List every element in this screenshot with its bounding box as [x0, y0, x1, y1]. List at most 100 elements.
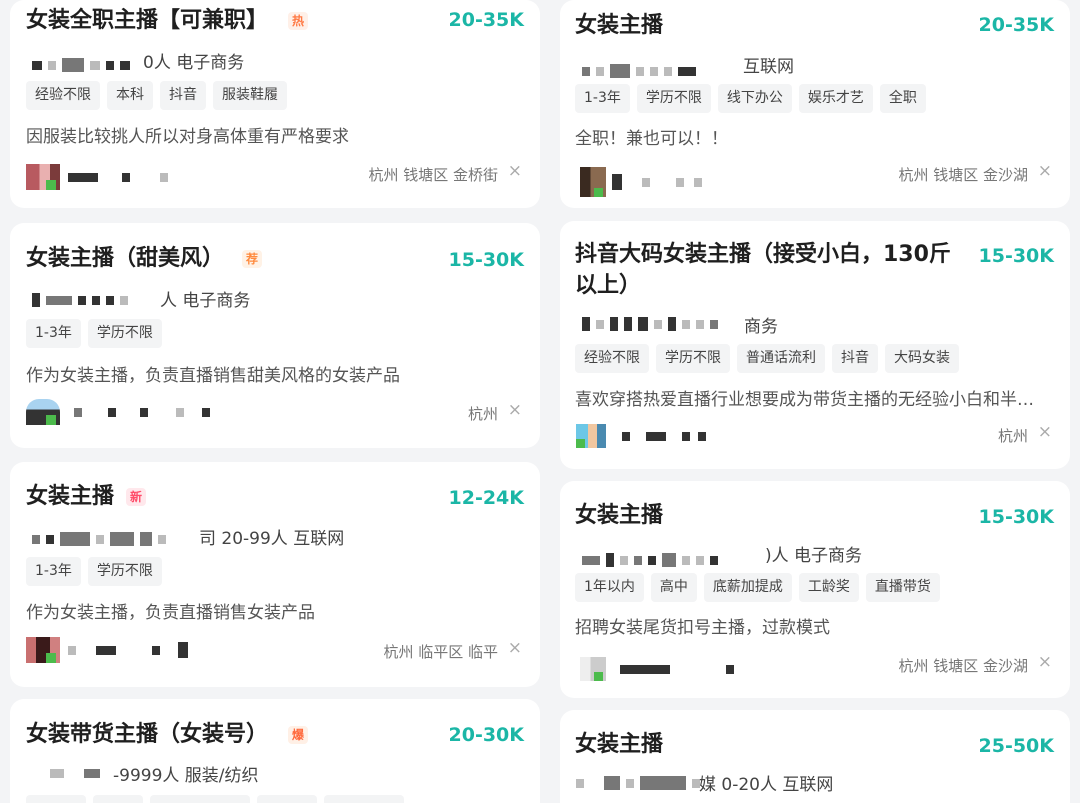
salary: 25-50K: [978, 735, 1055, 757]
job-description: 作为女装主播，负责直播销售甜美风格的女装产品: [26, 366, 400, 386]
close-icon[interactable]: ×: [1038, 422, 1052, 442]
salary: 15-30K: [448, 249, 525, 271]
company-name-blurred: [582, 64, 702, 78]
close-icon[interactable]: ×: [508, 161, 522, 181]
tag: 全职: [879, 84, 926, 113]
job-card[interactable]: 女装主播 25-50K 媒 0-20人 互联网: [560, 710, 1070, 803]
job-description: 全职！兼也可以！！: [575, 129, 728, 149]
job-card[interactable]: 抖音大码女装主播（接受小白，130斤以上） 15-30K 商务 经验不限 学历不…: [560, 221, 1070, 469]
job-card[interactable]: 女装全职主播【可兼职】 热 20-35K 0人 电子商务 经验不限 本科 抖音 …: [10, 0, 540, 208]
tag-list: 1-3年 学历不限: [26, 557, 162, 586]
recruiter-info: [26, 399, 216, 425]
company-name-blurred: [32, 532, 172, 546]
tag: 1-3年: [26, 319, 81, 348]
tag: 学历不限: [87, 319, 162, 348]
tag: 本科: [107, 81, 153, 110]
job-description: 喜欢穿搭热爱直播行业想要成为带货主播的无经验小白和半…: [575, 390, 1034, 410]
tag: 1年以内: [575, 573, 644, 602]
tag: 经验不限: [575, 344, 649, 373]
tag: 普通话流利: [737, 344, 825, 373]
job-title: 女装主播（甜美风）: [26, 246, 225, 271]
avatar: [26, 637, 60, 663]
job-title: 女装带货主播（女装号）: [26, 722, 269, 747]
tag-list: 经验不限 学历不限 普通话流利 抖音 大码女装: [575, 344, 959, 373]
tag: 大码女装: [885, 344, 959, 373]
job-title: 女装主播: [26, 484, 115, 509]
tag: 经验不限: [26, 81, 100, 110]
recruiter-info: [26, 637, 194, 663]
tag: 线下办公: [717, 84, 792, 113]
tag: 抖音: [160, 81, 206, 110]
avatar: [576, 424, 606, 448]
tag: 服装鞋履: [213, 81, 287, 110]
job-title: 抖音大码女装主播（接受小白，130斤以上）: [575, 242, 951, 298]
recruiter-info: [26, 164, 174, 190]
close-icon[interactable]: ×: [508, 400, 522, 420]
tag: 学历不限: [656, 344, 730, 373]
company-info: -9999人 服装/纺织: [113, 766, 259, 786]
tag: 工龄奖: [798, 573, 859, 602]
company-name-blurred: [582, 553, 724, 567]
salary: 12-24K: [448, 487, 525, 509]
tag: 学历不限: [87, 557, 162, 586]
avatar: [26, 164, 60, 190]
salary: 15-30K: [978, 506, 1055, 528]
company-name-blurred: [50, 769, 106, 778]
location: 杭州: [467, 405, 498, 423]
company-info: 媒 0-20人 互联网: [699, 775, 834, 795]
salary: 20-30K: [448, 724, 525, 746]
tag: 学历不限: [636, 84, 711, 113]
recommend-badge: 荐: [242, 250, 263, 268]
job-description: 招聘女装尾货扣号主播，过款模式: [575, 618, 830, 638]
location: 杭州 钱塘区 金沙湖: [898, 166, 1028, 184]
salary: 15-30K: [978, 245, 1055, 267]
tag: 抖音: [832, 344, 878, 373]
job-description: 因服装比较挑人所以对身高体重有严格要求: [26, 127, 349, 147]
location: 杭州 钱塘区 金沙湖: [898, 657, 1028, 675]
job-title: 女装主播: [575, 503, 664, 528]
salary: 20-35K: [978, 14, 1055, 36]
company-info: 互联网: [743, 57, 794, 77]
tag: 高中: [650, 573, 697, 602]
company-info: 商务: [744, 317, 778, 337]
job-card[interactable]: 女装主播 新 12-24K 司 20-99人 互联网 1-3年 学历不限 作为女…: [10, 462, 540, 687]
job-card[interactable]: 女装主播 20-35K 互联网 1-3年 学历不限 线下办公 娱乐才艺 全职 全…: [560, 0, 1070, 208]
location: 杭州 钱塘区 金桥街: [368, 166, 498, 184]
company-name-blurred: [582, 317, 724, 331]
tag: 娱乐才艺: [798, 84, 873, 113]
job-card[interactable]: 女装主播 15-30K )人 电子商务 1年以内 高中 底薪加提成 工龄奖 直播…: [560, 481, 1070, 698]
tag-list: 1-3年 学历不限: [26, 319, 162, 348]
avatar: [26, 399, 60, 425]
company-name-blurred: [576, 776, 706, 790]
job-title: 女装全职主播【可兼职】: [26, 8, 269, 33]
job-title: 女装主播: [575, 732, 664, 757]
close-icon[interactable]: ×: [508, 638, 522, 658]
recruiter-info: [580, 167, 708, 197]
job-card[interactable]: 女装主播（甜美风） 荐 15-30K 人 电子商务 1-3年 学历不限 作为女装…: [10, 223, 540, 448]
tag-list: [26, 795, 404, 803]
company-info: )人 电子商务: [765, 546, 863, 566]
tag: 1-3年: [26, 557, 81, 586]
close-icon[interactable]: ×: [1038, 652, 1052, 672]
recruiter-info: [580, 657, 740, 681]
company-name-blurred: [32, 58, 136, 72]
recruiter-info: [576, 424, 712, 448]
tag: 直播带货: [865, 573, 940, 602]
company-info: 0人 电子商务: [143, 53, 245, 73]
tag-list: 1年以内 高中 底薪加提成 工龄奖 直播带货: [575, 573, 940, 602]
job-title: 女装主播: [575, 13, 664, 38]
salary: 20-35K: [448, 9, 525, 31]
job-description: 作为女装主播，负责直播销售女装产品: [26, 603, 315, 623]
company-name-blurred: [32, 293, 134, 307]
tag: 底薪加提成: [703, 573, 792, 602]
explosive-badge: 爆: [288, 726, 309, 744]
company-info: 司 20-99人 互联网: [199, 529, 345, 549]
hot-badge: 热: [288, 12, 309, 30]
location: 杭州: [997, 427, 1028, 445]
close-icon[interactable]: ×: [1038, 161, 1052, 181]
tag-list: 1-3年 学历不限 线下办公 娱乐才艺 全职: [575, 84, 926, 113]
location: 杭州 临平区 临平: [383, 643, 498, 661]
avatar: [580, 167, 606, 197]
avatar: [580, 657, 606, 681]
job-card[interactable]: 女装带货主播（女装号） 爆 20-30K -9999人 服装/纺织: [10, 699, 540, 803]
